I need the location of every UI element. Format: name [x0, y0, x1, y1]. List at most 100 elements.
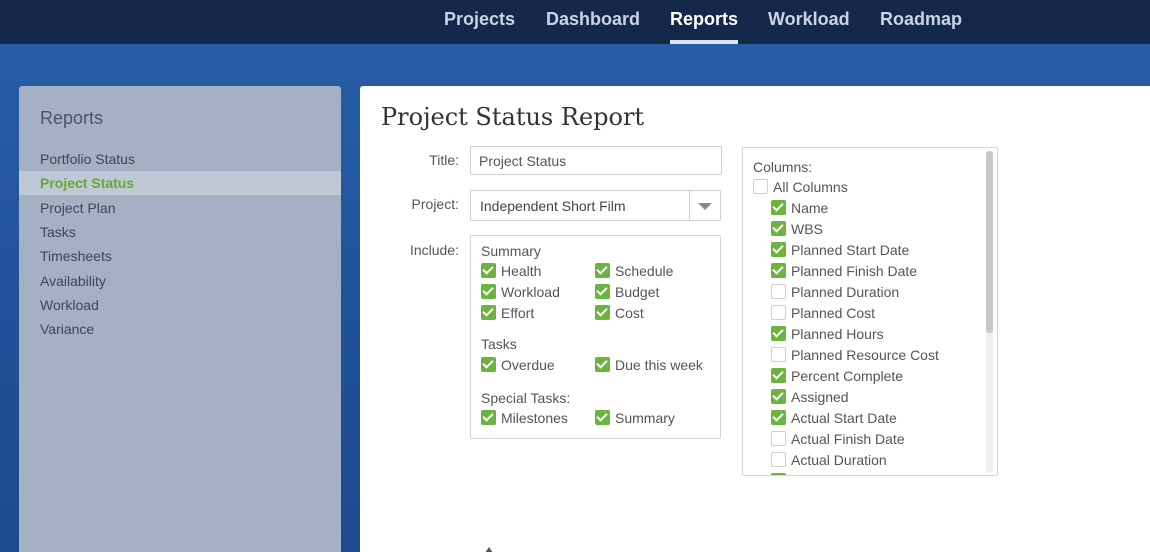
project-select[interactable]: Independent Short Film	[470, 190, 721, 221]
caret-down-icon[interactable]	[689, 191, 720, 220]
sidebar-item-workload[interactable]: Workload	[19, 293, 341, 317]
include-workload-label: Workload	[501, 284, 560, 300]
top-bar: Projects Dashboard Reports Workload Road…	[0, 0, 1150, 44]
report-panel: Project Status Report Title: Project: In…	[360, 86, 1150, 552]
include-special-summary-checkbox[interactable]: Summary	[595, 410, 675, 428]
column-actual-duration-label: Actual Duration	[791, 452, 887, 468]
checkbox-unchecked-icon	[771, 347, 786, 362]
column-actual-hours-checkbox[interactable]: Actual Hours	[771, 473, 871, 475]
tasks-group-title: Tasks	[481, 336, 517, 352]
include-health-label: Health	[501, 263, 542, 279]
nav-workload[interactable]: Workload	[768, 9, 850, 44]
checkbox-checked-icon	[771, 368, 786, 383]
sidebar-item-portfolio-status[interactable]: Portfolio Status	[19, 147, 341, 171]
include-overdue-label: Overdue	[501, 357, 555, 373]
checkbox-checked-icon	[595, 305, 610, 320]
include-due-this-week-label: Due this week	[615, 357, 703, 373]
checkbox-checked-icon	[771, 410, 786, 425]
column-actual-start-date-checkbox[interactable]: Actual Start Date	[771, 410, 897, 428]
checkbox-checked-icon	[595, 284, 610, 299]
checkbox-checked-icon	[481, 263, 496, 278]
include-workload-checkbox[interactable]: Workload	[481, 284, 560, 302]
checkbox-unchecked-icon	[771, 452, 786, 467]
checkbox-checked-icon	[771, 200, 786, 215]
checkbox-checked-icon	[771, 221, 786, 236]
checkbox-checked-icon	[481, 305, 496, 320]
column-wbs-label: WBS	[791, 221, 823, 237]
column-planned-hours-checkbox[interactable]: Planned Hours	[771, 326, 884, 344]
include-box: Summary Tasks Special Tasks: Health Sched…	[470, 235, 721, 439]
all-columns-checkbox[interactable]: All Columns	[753, 179, 848, 197]
checkbox-checked-icon	[595, 357, 610, 372]
checkbox-unchecked-icon	[753, 179, 768, 194]
column-percent-complete-checkbox[interactable]: Percent Complete	[771, 368, 903, 386]
include-schedule-label: Schedule	[615, 263, 674, 279]
special-tasks-group-title: Special Tasks:	[481, 390, 571, 406]
column-actual-hours-label: Actual Hours	[791, 473, 871, 475]
include-cost-checkbox[interactable]: Cost	[595, 305, 644, 323]
checkbox-unchecked-icon	[771, 431, 786, 446]
checkbox-checked-icon	[771, 242, 786, 257]
include-schedule-checkbox[interactable]: Schedule	[595, 263, 673, 281]
nav-roadmap[interactable]: Roadmap	[880, 9, 962, 44]
include-special-milestones-label: Milestones	[501, 410, 568, 426]
project-label: Project:	[411, 196, 459, 212]
include-budget-checkbox[interactable]: Budget	[595, 284, 659, 302]
checkbox-unchecked-icon	[771, 305, 786, 320]
column-percent-complete-label: Percent Complete	[791, 368, 904, 384]
nav-dashboard[interactable]: Dashboard	[546, 9, 640, 44]
include-overdue-checkbox[interactable]: Overdue	[481, 357, 555, 375]
include-due-this-week-checkbox[interactable]: Due this week	[595, 357, 703, 375]
checkbox-checked-icon	[771, 263, 786, 278]
column-actual-finish-date-checkbox[interactable]: Actual Finish Date	[771, 431, 905, 449]
checkbox-unchecked-icon	[771, 284, 786, 299]
include-special-summary-label: Summary	[615, 410, 675, 426]
sidebar-item-timesheets[interactable]: Timesheets	[19, 244, 341, 268]
column-actual-finish-date-label: Actual Finish Date	[791, 431, 905, 447]
sidebar-item-variance[interactable]: Variance	[19, 317, 341, 341]
column-actual-start-date-label: Actual Start Date	[791, 410, 897, 426]
columns-scrollbar[interactable]	[986, 151, 993, 473]
column-assigned-label: Assigned	[791, 389, 849, 405]
column-planned-cost-label: Planned Cost	[791, 305, 876, 321]
all-columns-label: All Columns	[773, 179, 848, 195]
title-input[interactable]	[470, 146, 722, 175]
column-planned-resource-cost-checkbox[interactable]: Planned Resource Cost	[771, 347, 939, 365]
checkbox-checked-icon	[771, 389, 786, 404]
checkbox-checked-icon	[481, 410, 496, 425]
include-cost-label: Cost	[615, 305, 644, 321]
sidebar-item-tasks[interactable]: Tasks	[19, 220, 341, 244]
column-planned-start-date-checkbox[interactable]: Planned Start Date	[771, 242, 909, 260]
columns-title: Columns:	[753, 159, 813, 175]
include-special-milestones-checkbox[interactable]: Milestones	[481, 410, 568, 428]
checkbox-checked-icon	[595, 263, 610, 278]
main-nav: Projects Dashboard Reports Workload Road…	[0, 0, 1150, 44]
include-effort-checkbox[interactable]: Effort	[481, 305, 534, 323]
column-planned-cost-checkbox[interactable]: Planned Cost	[771, 305, 875, 323]
column-planned-start-date-label: Planned Start Date	[791, 242, 910, 258]
reports-sidebar: Reports Portfolio Status Project Status …	[19, 86, 341, 552]
nav-projects[interactable]: Projects	[444, 9, 515, 44]
checkbox-checked-icon	[481, 357, 496, 372]
columns-box: Columns: All Columns Name WBS Planned Star…	[742, 147, 998, 476]
column-planned-duration-checkbox[interactable]: Planned Duration	[771, 284, 899, 302]
sidebar-item-availability[interactable]: Availability	[19, 269, 341, 293]
sidebar-item-project-status[interactable]: Project Status	[19, 171, 341, 195]
sidebar-item-project-plan[interactable]: Project Plan	[19, 196, 341, 220]
columns-scroll-thumb[interactable]	[986, 151, 993, 333]
checkbox-checked-icon	[771, 473, 786, 475]
column-assigned-checkbox[interactable]: Assigned	[771, 389, 849, 407]
include-label: Include:	[409, 242, 459, 258]
column-name-label: Name	[791, 200, 829, 216]
column-planned-duration-label: Planned Duration	[791, 284, 900, 300]
column-actual-duration-checkbox[interactable]: Actual Duration	[771, 452, 887, 470]
column-wbs-checkbox[interactable]: WBS	[771, 221, 823, 239]
column-name-checkbox[interactable]: Name	[771, 200, 828, 218]
column-planned-finish-date-label: Planned Finish Date	[791, 263, 918, 279]
column-planned-resource-cost-label: Planned Resource Cost	[791, 347, 939, 363]
column-planned-finish-date-checkbox[interactable]: Planned Finish Date	[771, 263, 917, 281]
summary-group-title: Summary	[481, 243, 541, 259]
checkbox-checked-icon	[481, 284, 496, 299]
nav-reports[interactable]: Reports	[670, 9, 739, 44]
include-health-checkbox[interactable]: Health	[481, 263, 541, 281]
